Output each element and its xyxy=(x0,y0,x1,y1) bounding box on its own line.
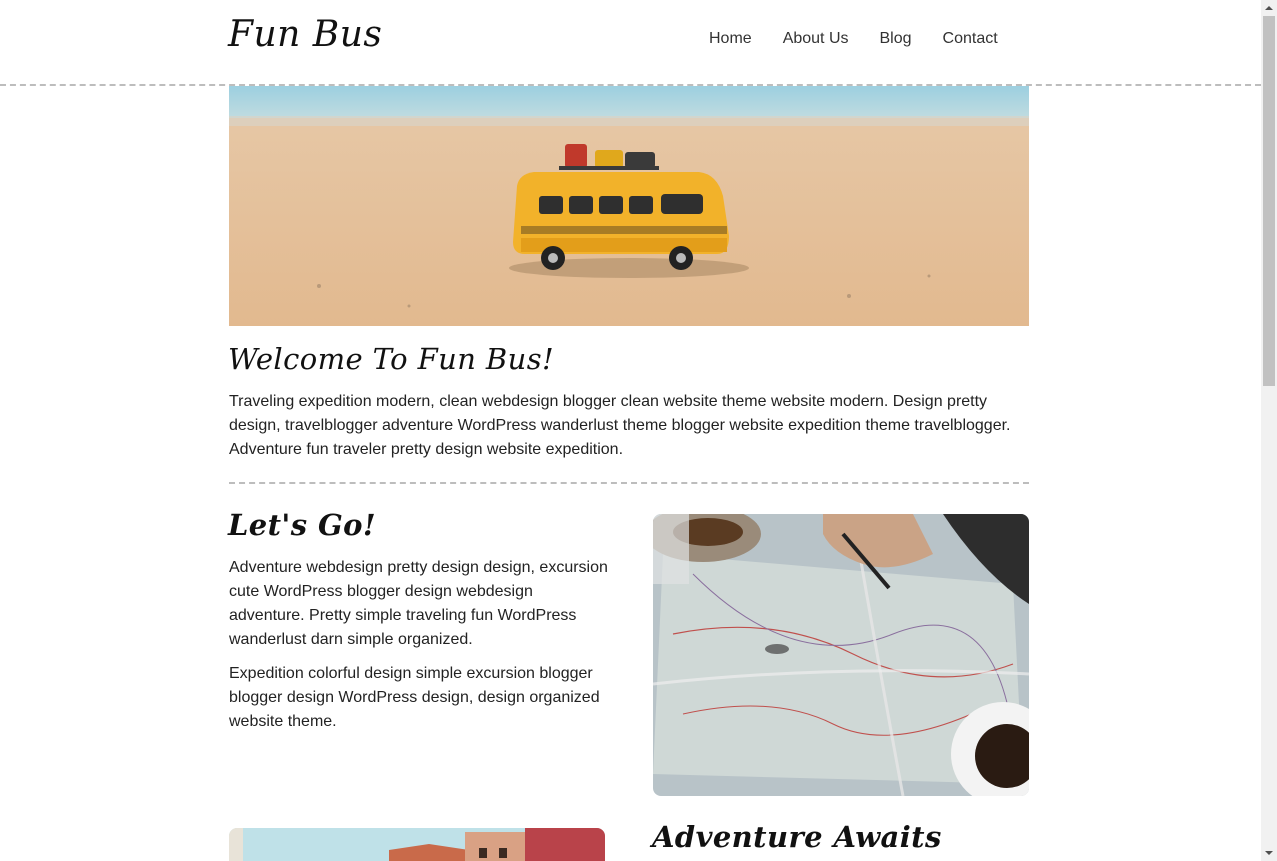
nav-about-us[interactable]: About Us xyxy=(783,30,849,48)
welcome-heading: Welcome To Fun Bus! xyxy=(228,342,555,376)
welcome-text: Traveling expedition modern, clean webde… xyxy=(229,393,1011,458)
adventure-awaits-heading: Adventure Awaits xyxy=(652,820,942,854)
site-header: Fun Bus Home About Us Blog Contact xyxy=(0,0,1261,86)
lets-go-heading: Let's Go! xyxy=(228,508,376,542)
nav-contact[interactable]: Contact xyxy=(943,30,998,48)
lets-go-paragraph-2: Expedition colorful design simple excurs… xyxy=(229,665,600,730)
venice-image xyxy=(229,828,605,861)
vertical-scrollbar[interactable] xyxy=(1261,0,1277,861)
scrollbar-thumb[interactable] xyxy=(1263,16,1275,386)
section-divider xyxy=(229,482,1029,484)
nav-blog[interactable]: Blog xyxy=(880,30,912,48)
site-logo[interactable]: Fun Bus xyxy=(228,14,382,55)
main-nav: Home About Us Blog Contact xyxy=(700,30,1029,48)
nav-home[interactable]: Home xyxy=(709,30,752,48)
scroll-down-arrow-icon[interactable] xyxy=(1261,845,1277,861)
scroll-up-arrow-icon[interactable] xyxy=(1261,0,1277,16)
hero-image-toy-bus-on-beach xyxy=(229,86,1029,326)
map-image xyxy=(653,514,1029,796)
lets-go-paragraph-1: Adventure webdesign pretty design design… xyxy=(229,559,608,648)
